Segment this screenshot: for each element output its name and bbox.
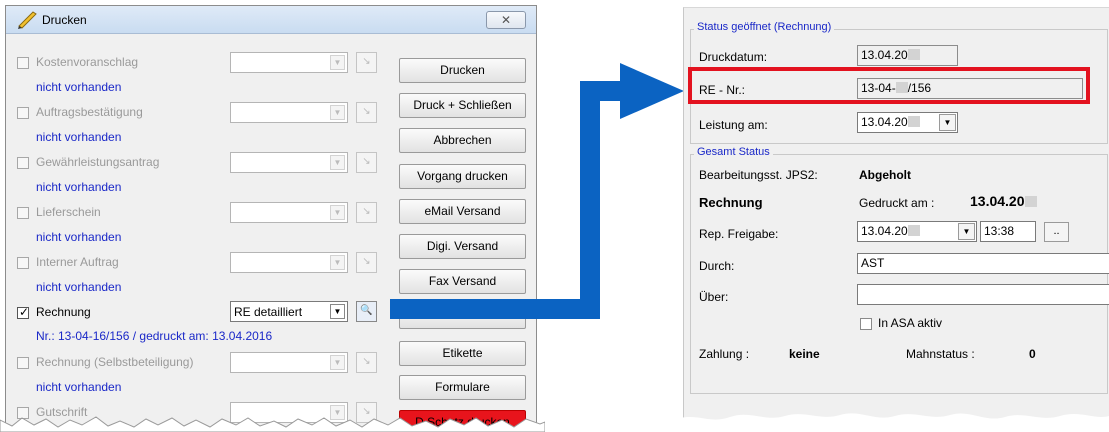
pencil-icon [18,11,37,29]
gedruckt-value: 13.04.20 [970,193,1037,209]
time-picker-button[interactable]: .. [1044,222,1069,242]
checkbox-interner-auftrag[interactable] [17,257,29,269]
preview-button[interactable]: ↘ [356,52,377,73]
durch-field[interactable]: AST [857,253,1109,274]
asa-label: In ASA aktiv [878,316,943,330]
doc-label: Kostenvoranschlag [36,55,139,69]
preview-button[interactable]: ↘ [356,352,377,373]
doc-label: Interner Auftrag [36,255,119,269]
doc-label: Lieferschein [36,205,101,219]
doc-label: Gewährleistungsantrag [36,155,160,169]
checkbox-gewaehrleistungsantrag[interactable] [17,157,29,169]
durch-label: Durch: [699,259,735,273]
chevron-down-icon[interactable]: ▼ [939,114,956,131]
redaction-blur [907,225,920,236]
gesamt-status-title: Gesamt Status [694,146,773,158]
redaction-blur [907,49,920,60]
preview-button[interactable]: 🔍 [356,301,377,322]
doc-template-select[interactable]: RE detailliert ▼ [230,301,348,322]
torn-edge-decoration [0,416,545,432]
checkbox-auftragsbestaetigung[interactable] [17,107,29,119]
forms-button[interactable]: Formulare [399,375,526,400]
leistung-date-field[interactable]: 13.04.20 ▼ [857,112,958,133]
doc-status: nicht vorhanden [36,130,122,144]
chevron-down-icon: ▼ [330,304,345,319]
dialog-title: Drucken [42,13,87,27]
rep-freigabe-time-field[interactable]: 13:38 [980,221,1036,242]
doc-status: Nr.: 13-04-16/156 / gedruckt am: 13.04.2… [36,329,273,343]
asa-checkbox[interactable] [860,318,872,330]
druckdatum-label: Druckdatum: [699,50,768,64]
doc-label: Rechnung [36,305,91,319]
gesamt-status-group [690,154,1108,394]
chevron-down-icon: ▼ [330,155,345,170]
highlight-box [688,67,1090,104]
chevron-down-icon: ▼ [330,205,345,220]
doc-status: nicht vorhanden [36,180,122,194]
chevron-down-icon: ▼ [330,255,345,270]
checkbox-rechnung-selbstbeteiligung[interactable] [17,357,29,369]
checkbox-lieferschein[interactable] [17,207,29,219]
zahlung-value: keine [789,347,820,361]
checkbox-rechnung[interactable] [17,305,29,319]
mahnstatus-label: Mahnstatus : [906,347,975,361]
chevron-down-icon[interactable]: ▼ [958,223,975,240]
chevron-down-icon: ▼ [330,105,345,120]
doc-label: Auftragsbestätigung [36,105,143,119]
bearbeitungsstatus-label: Bearbeitungsst. JPS2: [699,168,818,182]
select-value: RE detailliert [234,305,303,319]
chevron-down-icon: ▼ [330,355,345,370]
gedruckt-label: Gedruckt am : [859,196,935,210]
preview-button[interactable]: ↘ [356,102,377,123]
dialog-titlebar[interactable]: Drucken ✕ [6,6,536,34]
label-button[interactable]: Etikette [399,341,526,366]
rechnung-heading: Rechnung [699,195,763,210]
mahnstatus-value: 0 [1029,347,1036,361]
checkbox-kostenvoranschlag[interactable] [17,57,29,69]
ueber-label: Über: [699,290,729,304]
doc-template-select[interactable]: ▼ [230,152,348,173]
doc-template-select[interactable]: ▼ [230,352,348,373]
doc-status: nicht vorhanden [36,380,122,394]
leistung-label: Leistung am: [699,118,768,132]
doc-template-select[interactable]: ▼ [230,252,348,273]
ueber-field[interactable] [857,284,1109,305]
bearbeitungsstatus-value: Abgeholt [859,168,911,182]
rep-freigabe-label: Rep. Freigabe: [699,227,779,241]
doc-label: Rechnung (Selbstbeteiligung) [36,355,194,369]
status-group-title: Status geöffnet (Rechnung) [694,21,835,33]
torn-edge-decoration [680,413,1109,432]
close-button[interactable]: ✕ [486,11,526,29]
chevron-down-icon: ▼ [330,55,345,70]
arrow-connector-icon [390,63,684,319]
preview-button[interactable]: ↘ [356,152,377,173]
doc-template-select[interactable]: ▼ [230,202,348,223]
doc-status: nicht vorhanden [36,280,122,294]
druckdatum-field: 13.04.20 [857,45,958,66]
rep-freigabe-date-field[interactable]: 13.04.20 ▼ [857,221,977,242]
zahlung-label: Zahlung : [699,347,750,361]
preview-button[interactable]: ↘ [356,252,377,273]
preview-button[interactable]: ↘ [356,202,377,223]
doc-template-select[interactable]: ▼ [230,102,348,123]
doc-status: nicht vorhanden [36,80,122,94]
redaction-blur [1024,196,1037,207]
doc-template-select[interactable]: ▼ [230,52,348,73]
redaction-blur [907,116,920,127]
doc-status: nicht vorhanden [36,230,122,244]
